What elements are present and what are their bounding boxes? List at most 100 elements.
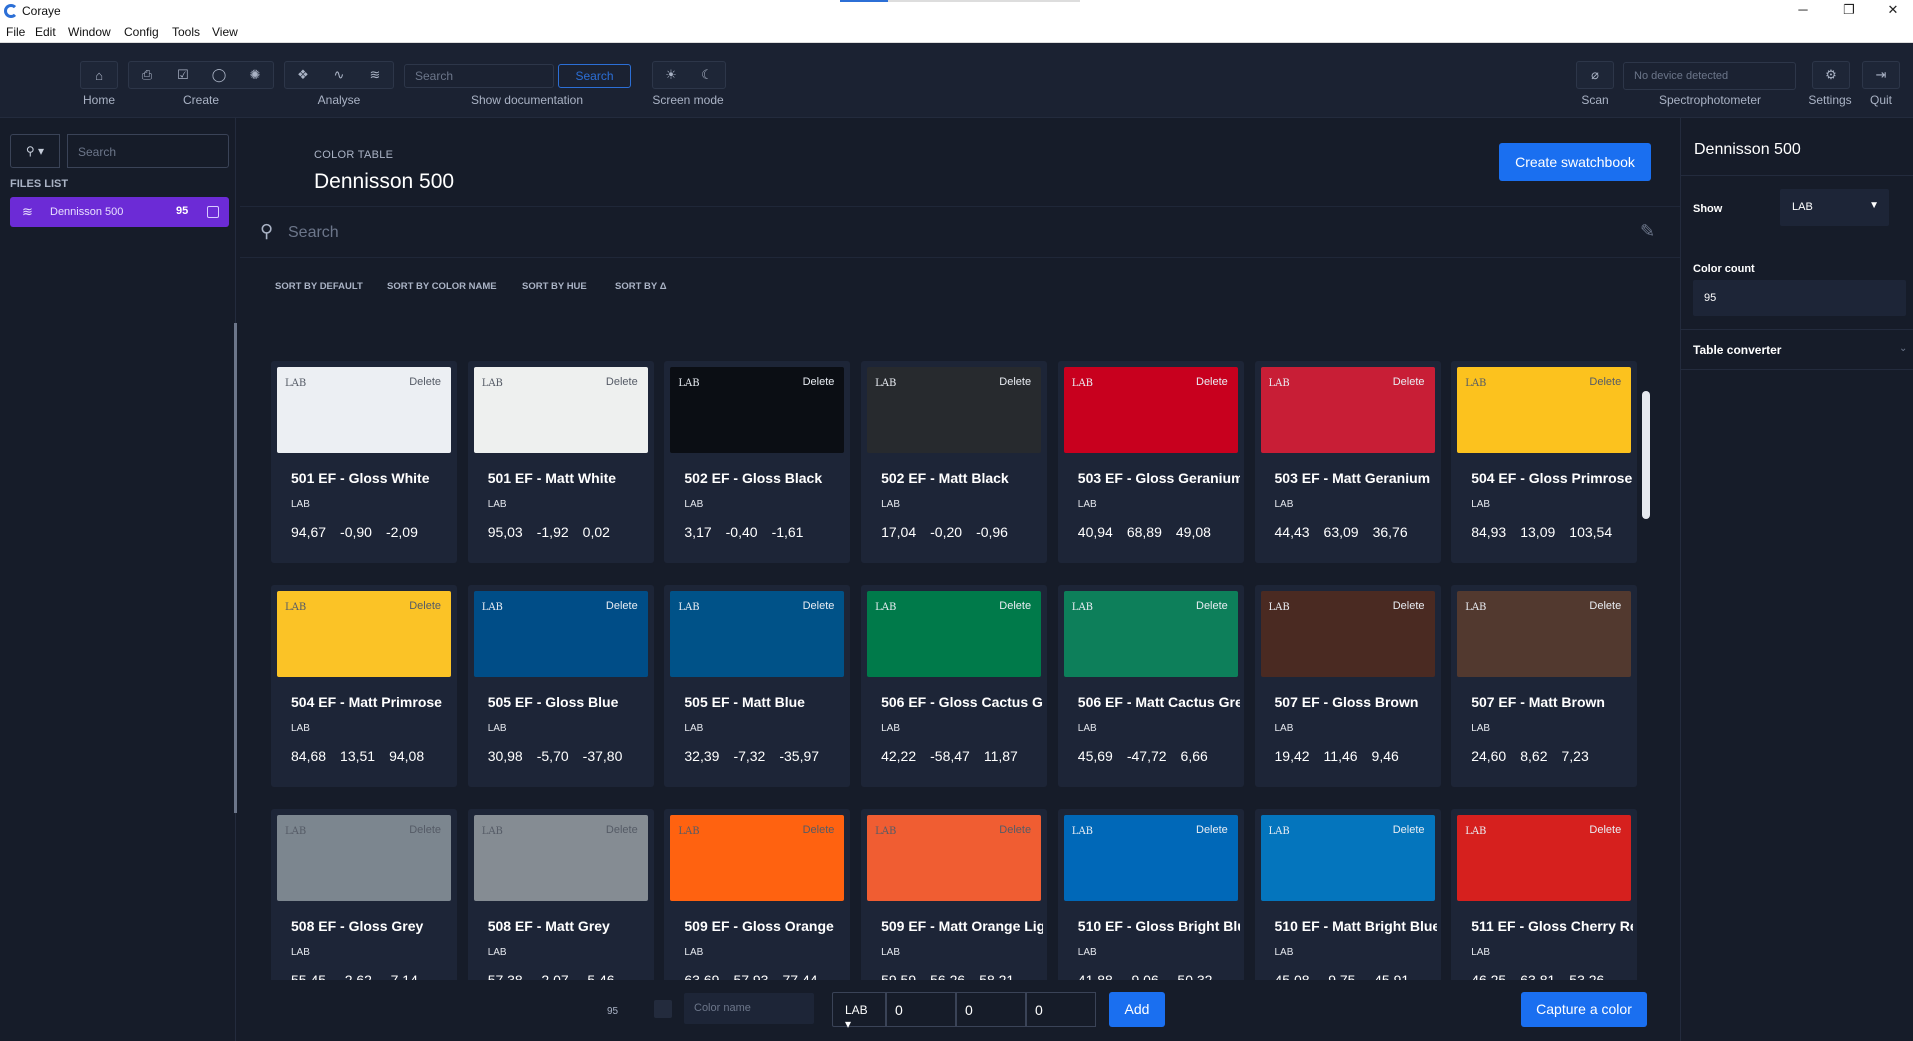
delete-button[interactable]: Delete <box>999 824 1031 836</box>
value-a-input[interactable]: 0 <box>956 992 1026 1027</box>
drop-icon[interactable]: ◯ <box>201 62 237 88</box>
delete-button[interactable]: Delete <box>1393 376 1425 388</box>
color-card[interactable]: LAB Delete 508 EF - Matt Grey LAB 57,38 -2,07… <box>467 809 654 981</box>
color-swatch[interactable]: LAB Delete <box>1063 591 1238 677</box>
delete-button[interactable]: Delete <box>606 376 638 388</box>
color-card[interactable]: LAB Delete 503 EF - Matt Geranium LAB 44,43 6… <box>1254 361 1441 563</box>
color-card[interactable]: LAB Delete 503 EF - Gloss Geranium LAB 40,94… <box>1057 361 1244 563</box>
color-card[interactable]: LAB Delete 511 EF - Gloss Cherry Red LAB 46,… <box>1451 809 1638 981</box>
color-swatch[interactable]: LAB Delete <box>1063 815 1238 901</box>
color-swatch[interactable]: LAB Delete <box>1457 367 1632 453</box>
delete-button[interactable]: Delete <box>606 600 638 612</box>
color-swatch[interactable]: LAB Delete <box>473 367 648 453</box>
color-card[interactable]: LAB Delete 506 EF - Matt Cactus Green LAB 45… <box>1057 585 1244 787</box>
color-card[interactable]: LAB Delete 510 EF - Gloss Bright Blue LAB 41… <box>1057 809 1244 981</box>
filter-dropdown[interactable]: ⚲ ▾ <box>10 134 60 168</box>
delete-button[interactable]: Delete <box>1589 600 1621 612</box>
menu-tools[interactable]: Tools <box>172 25 200 39</box>
delete-button[interactable]: Delete <box>1589 824 1621 836</box>
color-card[interactable]: LAB Delete 510 EF - Matt Bright Blue LAB 45,… <box>1254 809 1441 981</box>
delete-button[interactable]: Delete <box>803 824 835 836</box>
scan-disabled-icon[interactable]: ⌀ <box>1577 62 1613 88</box>
delete-button[interactable]: Delete <box>409 600 441 612</box>
delete-button[interactable]: Delete <box>409 824 441 836</box>
dark-mode-icon[interactable]: ☾ <box>689 62 725 88</box>
delete-button[interactable]: Delete <box>1196 600 1228 612</box>
color-card[interactable]: LAB Delete 509 EF - Gloss Orange LAB 63,69 57… <box>664 809 851 981</box>
color-swatch[interactable]: LAB Delete <box>473 815 648 901</box>
color-card[interactable]: LAB Delete 509 EF - Matt Orange Light LAB 59… <box>861 809 1048 981</box>
restore-icon[interactable]: ❐ <box>1834 2 1864 18</box>
add-button[interactable]: Add <box>1109 992 1165 1027</box>
delete-button[interactable]: Delete <box>1589 376 1621 388</box>
delete-button[interactable]: Delete <box>803 376 835 388</box>
edit-pencil-icon[interactable]: ✎ <box>1640 221 1655 242</box>
delete-button[interactable]: Delete <box>1196 376 1228 388</box>
toolbar-search-input[interactable]: Search <box>404 64 554 88</box>
color-swatch[interactable]: LAB Delete <box>670 591 845 677</box>
print-icon[interactable]: ⎙ <box>129 62 165 88</box>
color-swatch[interactable]: LAB Delete <box>867 815 1042 901</box>
color-swatch[interactable]: LAB Delete <box>670 367 845 453</box>
toolbar-search-button[interactable]: Search <box>558 64 631 88</box>
close-icon[interactable]: ✕ <box>1878 2 1908 18</box>
logout-icon[interactable]: ⇥ <box>1863 62 1899 88</box>
settings-icon[interactable]: ⚙ <box>1813 62 1849 88</box>
delete-button[interactable]: Delete <box>803 600 835 612</box>
color-swatch[interactable]: LAB Delete <box>1457 591 1632 677</box>
menu-file[interactable]: File <box>6 25 25 39</box>
color-card[interactable]: LAB Delete 505 EF - Matt Blue LAB 32,39 -7,32… <box>664 585 851 787</box>
color-card[interactable]: LAB Delete 501 EF - Matt White LAB 95,03 -1,9… <box>467 361 654 563</box>
color-card[interactable]: LAB Delete 501 EF - Gloss White LAB 94,67 -0,… <box>271 361 457 563</box>
grid-scrollbar[interactable] <box>1642 391 1650 519</box>
create-swatchbook-button[interactable]: Create swatchbook <box>1499 143 1651 181</box>
menu-window[interactable]: Window <box>68 25 111 39</box>
sort-delta[interactable]: SORT BY Δ <box>615 281 667 292</box>
file-checkbox[interactable] <box>207 206 219 218</box>
capture-color-button[interactable]: Capture a color <box>1521 992 1647 1027</box>
sun-icon[interactable]: ✺ <box>237 62 273 88</box>
color-swatch[interactable]: LAB Delete <box>1260 367 1435 453</box>
color-search-bar[interactable]: ⚲ Search ✎ <box>240 206 1680 258</box>
show-select[interactable]: LAB ▼ <box>1780 189 1889 226</box>
delete-button[interactable]: Delete <box>1196 824 1228 836</box>
color-swatch[interactable]: LAB Delete <box>277 367 451 453</box>
delete-button[interactable]: Delete <box>999 600 1031 612</box>
files-search-input[interactable]: Search <box>67 134 229 168</box>
color-search-input[interactable]: Search <box>288 224 339 242</box>
delete-button[interactable]: Delete <box>1393 600 1425 612</box>
menu-view[interactable]: View <box>212 25 238 39</box>
color-card[interactable]: LAB Delete 505 EF - Gloss Blue LAB 30,98 -5,7… <box>467 585 654 787</box>
sort-hue[interactable]: SORT BY HUE <box>522 281 587 292</box>
chevron-down-icon[interactable]: ⌄ <box>1899 343 1907 354</box>
color-card[interactable]: LAB Delete 504 EF - Gloss Primrose LAB 84,93… <box>1451 361 1638 563</box>
mode-select[interactable]: LAB ▾ <box>832 992 886 1031</box>
color-swatch[interactable]: LAB Delete <box>473 591 648 677</box>
color-card[interactable]: LAB Delete 506 EF - Gloss Cactus Green LAB 4… <box>861 585 1048 787</box>
cube-icon[interactable]: ❖ <box>285 62 321 88</box>
delete-button[interactable]: Delete <box>409 376 441 388</box>
color-swatch[interactable]: LAB Delete <box>1457 815 1632 901</box>
show-documentation-label[interactable]: Show documentation <box>460 93 594 107</box>
light-mode-icon[interactable]: ☀ <box>653 62 689 88</box>
menu-config[interactable]: Config <box>124 25 159 39</box>
color-swatch[interactable]: LAB Delete <box>277 591 451 677</box>
delete-button[interactable]: Delete <box>1393 824 1425 836</box>
delete-button[interactable]: Delete <box>999 376 1031 388</box>
menu-edit[interactable]: Edit <box>35 25 56 39</box>
table-converter-toggle[interactable]: Table converter <box>1693 343 1781 357</box>
device-status[interactable]: No device detected <box>1623 62 1796 90</box>
layers-icon[interactable]: ≋ <box>357 62 393 88</box>
value-b-input[interactable]: 0 <box>1026 992 1096 1027</box>
color-card[interactable]: LAB Delete 508 EF - Gloss Grey LAB 55,45 -2,6… <box>271 809 457 981</box>
color-card[interactable]: LAB Delete 507 EF - Gloss Brown LAB 19,42 11,… <box>1254 585 1441 787</box>
checklist-icon[interactable]: ☑ <box>165 62 201 88</box>
color-card[interactable]: LAB Delete 502 EF - Matt Black LAB 17,04 -0,2… <box>861 361 1048 563</box>
color-swatch[interactable]: LAB Delete <box>867 367 1042 453</box>
waveform-icon[interactable]: ∿ <box>321 62 357 88</box>
delete-button[interactable]: Delete <box>606 824 638 836</box>
color-swatch[interactable]: LAB Delete <box>277 815 451 901</box>
color-swatch[interactable]: LAB Delete <box>1260 591 1435 677</box>
home-icon[interactable]: ⌂ <box>81 62 117 88</box>
color-swatch[interactable]: LAB Delete <box>1063 367 1238 453</box>
